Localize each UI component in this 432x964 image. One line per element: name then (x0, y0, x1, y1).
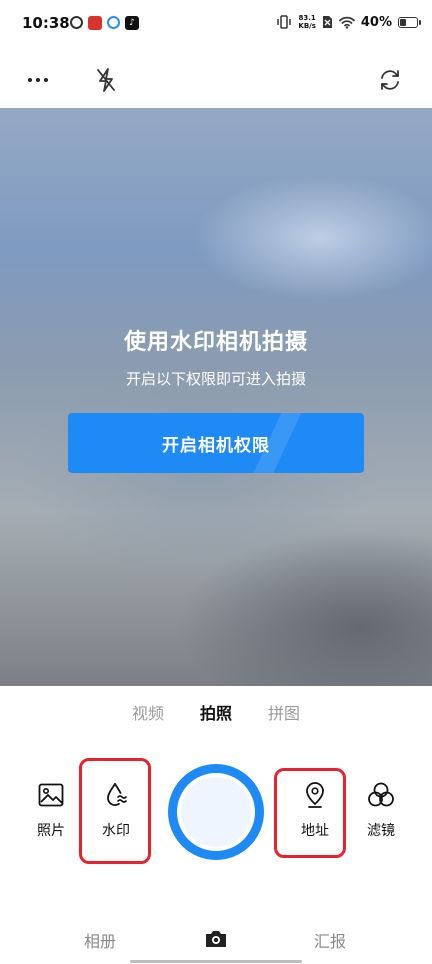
battery-icon (398, 16, 421, 28)
filter-label: 滤镜 (367, 823, 395, 839)
permission-button-label: 开启相机权限 (162, 435, 270, 456)
sim-off-icon (322, 16, 332, 28)
more-button[interactable] (20, 62, 56, 98)
home-indicator (130, 960, 302, 963)
net-speed-value: 83.1 (298, 14, 316, 22)
nav-album[interactable]: 相册 (84, 928, 116, 952)
switch-camera-button[interactable] (372, 62, 408, 98)
watermark-highlight (79, 758, 151, 864)
tab-photo[interactable]: 拍照 (200, 700, 232, 734)
switch-camera-icon (381, 70, 399, 90)
address-highlight (274, 768, 346, 858)
camera-toolbar (0, 52, 432, 108)
network-speed: 83.1 KB/s (298, 14, 315, 30)
calendar-app-icon (88, 16, 102, 30)
enable-camera-permission-button[interactable]: 开启相机权限 (68, 413, 364, 473)
filter-button[interactable]: 滤镜 (353, 780, 409, 840)
notification-icons: ♪ (70, 16, 139, 30)
preview-subtitle: 开启以下权限即可进入拍摄 (125, 370, 306, 388)
vibrate-icon (277, 15, 292, 29)
photos-label: 照片 (37, 823, 65, 839)
battery-percent: 40% (360, 14, 392, 30)
mode-tabs: 视频 拍照 拼图 (0, 700, 432, 734)
bottom-nav: 相册 汇报 (0, 918, 432, 958)
browser-app-icon (107, 16, 120, 29)
flash-off-icon (97, 68, 115, 92)
tab-collage[interactable]: 拼图 (268, 700, 300, 734)
image-icon (36, 780, 66, 810)
tiktok-app-icon: ♪ (125, 16, 139, 30)
shutter-button[interactable] (168, 764, 264, 860)
nav-camera[interactable] (203, 926, 229, 952)
flash-button[interactable] (88, 62, 124, 98)
status-bar: 10:38 ♪ 83.1 KB/s 40% (0, 0, 432, 52)
net-speed-unit: KB/s (298, 22, 316, 30)
camera-icon (206, 931, 226, 947)
wifi-icon (339, 16, 355, 29)
app-notification-icon (70, 16, 83, 29)
tab-video[interactable]: 视频 (132, 700, 164, 734)
more-icon (28, 78, 48, 82)
nav-report[interactable]: 汇报 (314, 928, 346, 952)
filter-icon (366, 780, 396, 810)
shutter-inner (181, 777, 251, 847)
status-time: 10:38 (22, 14, 70, 32)
status-right: 83.1 KB/s 40% (276, 14, 421, 30)
camera-preview: 使用水印相机拍摄 开启以下权限即可进入拍摄 开启相机权限 (0, 108, 432, 686)
preview-title: 使用水印相机拍摄 (123, 330, 308, 355)
photos-button[interactable]: 照片 (23, 780, 79, 840)
